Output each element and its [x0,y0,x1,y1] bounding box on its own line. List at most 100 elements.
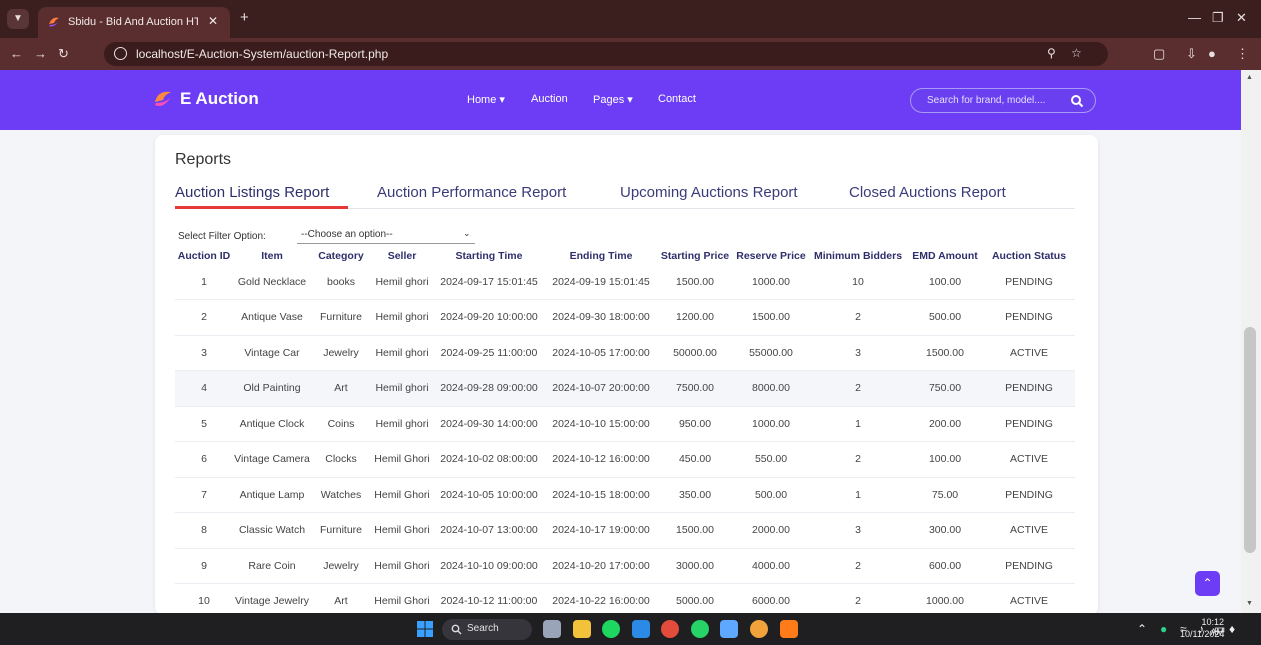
col-auction-status: Auction Status [991,250,1067,262]
scroll-up-icon[interactable]: ▲ [1246,74,1253,81]
cell-emd-amount: 75.00 [907,477,983,513]
cell-reserve-price: 2000.00 [733,512,809,549]
cell-reserve-price: 1500.00 [733,299,809,336]
profile-avatar-icon[interactable]: ● [1208,46,1216,61]
zoom-icon[interactable]: ⚲ [1047,46,1056,60]
table-row: 6 Vintage Camera Clocks Hemil Ghori 2024-10-… [175,441,1075,478]
scroll-thumb[interactable] [1244,327,1256,553]
minimize-icon[interactable]: — [1188,10,1201,25]
cell-auction-status: PENDING [983,477,1075,513]
spotify-icon[interactable] [602,620,620,638]
browser-tab[interactable]: Sbidu - Bid And Auction HTML ✕ [38,7,230,38]
cell-starting-time: 2024-09-30 14:00:00 [433,406,545,442]
cell-emd-amount: 500.00 [907,299,983,336]
app-icon[interactable] [720,620,738,638]
task-view-icon[interactable] [543,620,561,638]
filter-select[interactable]: --Choose an option-- ⌄ [297,228,475,244]
cell-category: Furniture [311,512,371,549]
clock-date[interactable]: 10/11/2024 [1180,629,1224,639]
cell-item: Antique Vase [233,299,311,336]
copilot-icon[interactable]: ● [1160,622,1167,636]
bookmark-star-icon[interactable]: ☆ [1071,46,1082,60]
cell-item: Old Painting [233,370,311,407]
cell-auction-status: PENDING [983,299,1075,336]
xampp-icon[interactable] [780,620,798,638]
cell-seller: Hemil ghori [371,370,433,407]
notification-bell-icon[interactable]: ♦ [1229,622,1235,636]
cell-minimum-bidders: 1 [809,477,907,513]
col-minimum-bidders: Minimum Bidders [813,250,903,262]
taskbar: Search ⌃ ● ≈ ♪ ▭ 10:12 AM 10/11/2024 ♦ [0,613,1261,645]
cell-starting-time: 2024-09-28 09:00:00 [433,370,545,407]
filter-label: Select Filter Option: [178,231,266,242]
tab-auction-performance[interactable]: Auction Performance Report [377,184,566,201]
cell-reserve-price: 500.00 [733,477,809,513]
cell-reserve-price: 6000.00 [733,583,809,615]
cell-minimum-bidders: 2 [809,583,907,615]
cell-auction-status: PENDING [983,370,1075,407]
window-close-icon[interactable]: ✕ [1236,10,1247,26]
cell-seller: Hemil Ghori [371,441,433,478]
scroll-down-icon[interactable]: ▼ [1246,600,1253,607]
cell-reserve-price: 55000.00 [733,335,809,371]
reload-icon[interactable]: ↻ [58,46,69,62]
restore-icon[interactable]: ❐ [1212,10,1224,26]
search-icon[interactable] [1070,94,1084,108]
tab-upcoming-auctions[interactable]: Upcoming Auctions Report [620,184,798,201]
nav-auction[interactable]: Auction [531,93,568,105]
windows-start-icon[interactable] [416,620,434,638]
tab-auction-listings[interactable]: Auction Listings Report [175,184,329,201]
browser-menu-icon[interactable]: ⋮ [1236,46,1249,62]
tab-close-icon[interactable]: ✕ [208,14,218,28]
site-header: E Auction Home ▾ Auction Pages ▾ Contact… [0,70,1241,130]
cell-emd-amount: 100.00 [907,264,983,300]
back-to-top-button[interactable]: ⌃ [1195,571,1220,596]
cell-item: Gold Necklace [233,264,311,300]
cell-seller: Hemil ghori [371,299,433,336]
url-input[interactable]: localhost/E-Auction-System/auction-Repor… [104,42,1108,66]
cell-starting-price: 1500.00 [657,264,733,300]
cell-minimum-bidders: 2 [809,548,907,584]
nav-contact[interactable]: Contact [658,93,696,105]
cell-emd-amount: 100.00 [907,441,983,478]
chrome-icon[interactable] [661,620,679,638]
cell-seller: Hemil Ghori [371,512,433,549]
cell-category: Art [311,583,371,615]
cell-emd-amount: 750.00 [907,370,983,407]
brand-name[interactable]: E Auction [180,89,259,109]
cell-reserve-price: 550.00 [733,441,809,478]
back-icon[interactable]: ← [10,46,23,61]
nav-home[interactable]: Home ▾ [467,93,505,106]
taskbar-search[interactable]: Search [442,619,532,640]
tab-search-icon[interactable]: ▼ [7,9,29,29]
filter-select-value: --Choose an option-- [301,229,393,240]
forward-icon[interactable]: → [34,46,47,61]
col-reserve-price: Reserve Price [736,250,806,262]
whatsapp-icon[interactable] [691,620,709,638]
cell-starting-price: 5000.00 [657,583,733,615]
page-scrollbar[interactable]: ▲ ▼ [1241,70,1261,613]
site-search-input[interactable]: Search for brand, model.... [910,88,1096,113]
cell-auction-status: PENDING [983,264,1075,300]
cell-ending-time: 2024-10-22 16:00:00 [545,583,657,615]
tab-title: Sbidu - Bid And Auction HTML [68,16,198,28]
cell-minimum-bidders: 3 [809,335,907,371]
tray-chevron-up-icon[interactable]: ⌃ [1137,622,1147,636]
cell-ending-time: 2024-09-30 18:00:00 [545,299,657,336]
extensions-icon[interactable]: ▢ [1153,46,1165,62]
cell-ending-time: 2024-10-20 17:00:00 [545,548,657,584]
vscode-icon[interactable] [632,620,650,638]
table-row: 8 Classic Watch Furniture Hemil Ghori 2024-1… [175,512,1075,549]
site-info-icon[interactable] [114,47,127,60]
file-explorer-icon[interactable] [573,620,591,638]
cell-starting-price: 3000.00 [657,548,733,584]
cell-starting-price: 350.00 [657,477,733,513]
new-tab-icon[interactable]: + [240,9,249,26]
nav-pages[interactable]: Pages ▾ [593,93,633,106]
cell-category: Art [311,370,371,407]
tab-closed-auctions[interactable]: Closed Auctions Report [849,184,1006,201]
cell-item: Classic Watch [233,512,311,549]
chrome-profile-icon[interactable] [750,620,768,638]
cell-seller: Hemil ghori [371,264,433,300]
download-icon[interactable]: ⇩ [1186,46,1197,62]
